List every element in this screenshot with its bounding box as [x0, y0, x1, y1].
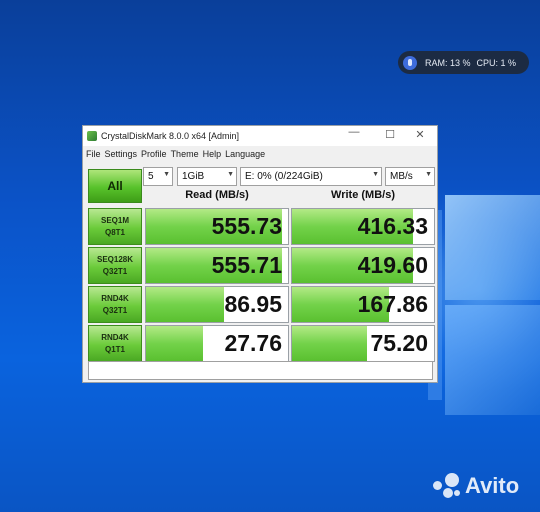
drive-select[interactable]: E: 0% (0/224GiB) ▼	[240, 167, 382, 186]
ram-usage: RAM: 13 %	[425, 57, 471, 68]
write-header: Write (MB/s)	[331, 189, 395, 201]
read-result: 27.76	[145, 325, 289, 362]
read-header: Read (MB/s)	[185, 189, 249, 201]
read-value: 86.95	[224, 291, 282, 317]
chevron-down-icon: ▼	[372, 171, 379, 178]
wallpaper-pane	[445, 195, 540, 300]
write-value: 75.20	[370, 330, 428, 356]
title-bar[interactable]: CrystalDiskMark 8.0.0 x64 [Admin] — ☐ ✕	[83, 126, 437, 146]
chevron-down-icon: ▼	[425, 171, 432, 178]
chevron-down-icon: ▼	[163, 171, 170, 178]
test-params: Q8T1	[104, 227, 125, 237]
write-value: 419.60	[357, 252, 428, 278]
menu-help[interactable]: Help	[203, 149, 222, 159]
chevron-down-icon: ▼	[227, 171, 234, 178]
wallpaper-pane	[445, 305, 540, 415]
test-size-select[interactable]: 1GiB ▼	[177, 167, 237, 186]
drive-value: E: 0% (0/224GiB)	[245, 171, 323, 182]
menu-file[interactable]: File	[86, 149, 101, 159]
read-result: 86.95	[145, 286, 289, 323]
test-seq1m-q8t1-button[interactable]: SEQ1M Q8T1	[88, 208, 142, 245]
write-level-bar	[292, 326, 368, 361]
read-level-bar	[146, 326, 203, 361]
read-value: 555.73	[211, 213, 282, 239]
system-monitor-widget[interactable]: RAM: 13 % CPU: 1 %	[398, 51, 529, 74]
test-params: Q32T1	[102, 305, 128, 315]
write-value: 416.33	[357, 213, 428, 239]
test-name: RND4K	[101, 332, 129, 342]
unit-select[interactable]: MB/s ▼	[385, 167, 435, 186]
write-result: 167.86	[291, 286, 435, 323]
avito-watermark: Avito	[433, 473, 519, 499]
write-result: 416.33	[291, 208, 435, 245]
window-title: CrystalDiskMark 8.0.0 x64 [Admin]	[101, 131, 240, 141]
minimize-button[interactable]: —	[339, 126, 369, 138]
cpu-usage: CPU: 1 %	[476, 57, 517, 68]
maximize-button[interactable]: ☐	[375, 128, 405, 141]
test-params: Q1T1	[104, 344, 125, 354]
unit-value: MB/s	[390, 171, 413, 182]
read-value: 27.76	[224, 330, 282, 356]
microphone-icon	[403, 55, 417, 70]
test-rnd4k-q32t1-button[interactable]: RND4K Q32T1	[88, 286, 142, 323]
app-icon	[87, 131, 97, 141]
menu-theme[interactable]: Theme	[171, 149, 199, 159]
menu-language[interactable]: Language	[225, 149, 265, 159]
menu-bar: File Settings Profile Theme Help Languag…	[83, 146, 437, 161]
close-button[interactable]: ✕	[405, 128, 435, 141]
test-rnd4k-q1t1-button[interactable]: RND4K Q1T1	[88, 325, 142, 362]
comment-field[interactable]	[88, 361, 433, 380]
test-params: Q32T1	[102, 266, 128, 276]
test-seq128k-q32t1-button[interactable]: SEQ128K Q32T1	[88, 247, 142, 284]
write-result: 419.60	[291, 247, 435, 284]
menu-settings[interactable]: Settings	[105, 149, 138, 159]
write-result: 75.20	[291, 325, 435, 362]
test-name: SEQ128K	[96, 254, 134, 264]
write-value: 167.86	[357, 291, 428, 317]
read-result: 555.73	[145, 208, 289, 245]
read-value: 555.71	[211, 252, 282, 278]
read-level-bar	[146, 287, 225, 322]
test-size-value: 1GiB	[182, 171, 205, 182]
avito-wordmark: Avito	[465, 473, 520, 498]
test-count-select[interactable]: 5 ▼	[143, 167, 173, 186]
read-result: 555.71	[145, 247, 289, 284]
avito-logo-icon	[433, 473, 461, 499]
menu-profile[interactable]: Profile	[141, 149, 167, 159]
crystaldiskmark-window: CrystalDiskMark 8.0.0 x64 [Admin] — ☐ ✕ …	[82, 125, 438, 383]
run-all-button[interactable]: All	[88, 169, 142, 203]
test-name: SEQ1M	[100, 215, 129, 225]
test-name: RND4K	[101, 293, 129, 303]
test-count-value: 5	[148, 171, 154, 182]
